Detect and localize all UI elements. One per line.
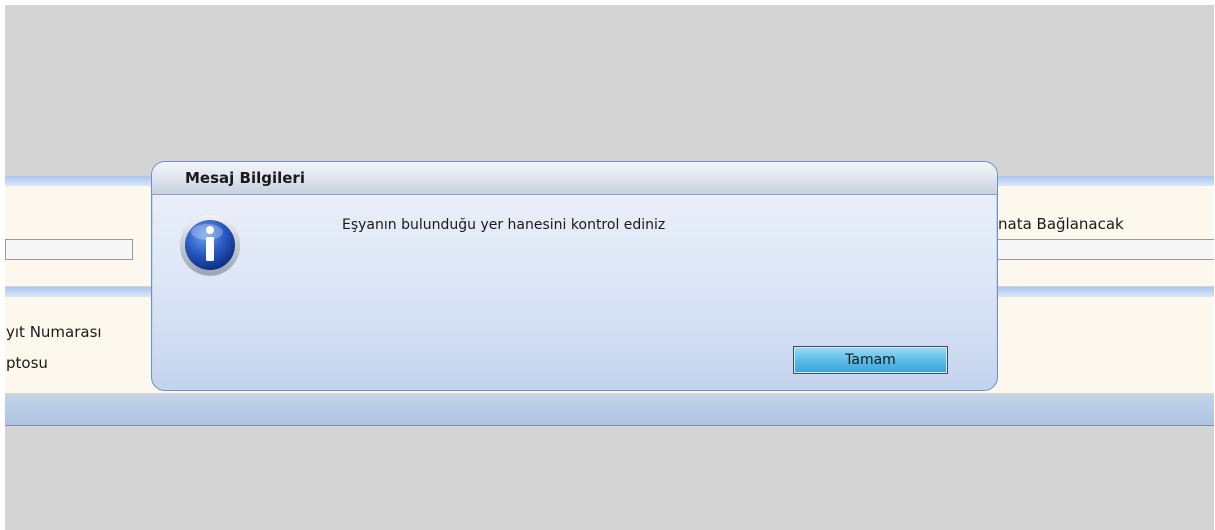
dialog-message: Eşyanın bulunduğu yer hanesini kontrol e… — [342, 217, 666, 233]
right-field-label: nata Bağlanacak — [998, 215, 1124, 233]
left-text-field[interactable] — [5, 239, 133, 260]
makbuz-label: ptosu — [6, 354, 48, 372]
ok-button[interactable]: Tamam — [793, 346, 948, 374]
right-text-field[interactable] — [996, 239, 1214, 260]
message-dialog: Mesaj Bilgileri Eşyanın bulunduğu yer ha… — [151, 161, 998, 391]
info-icon — [180, 215, 240, 276]
dialog-title: Mesaj Bilgileri — [185, 169, 305, 187]
dialog-titlebar[interactable]: Mesaj Bilgileri — [152, 162, 997, 195]
kayit-numarasi-label: yıt Numarası — [6, 323, 102, 341]
footer-band — [5, 395, 1214, 426]
